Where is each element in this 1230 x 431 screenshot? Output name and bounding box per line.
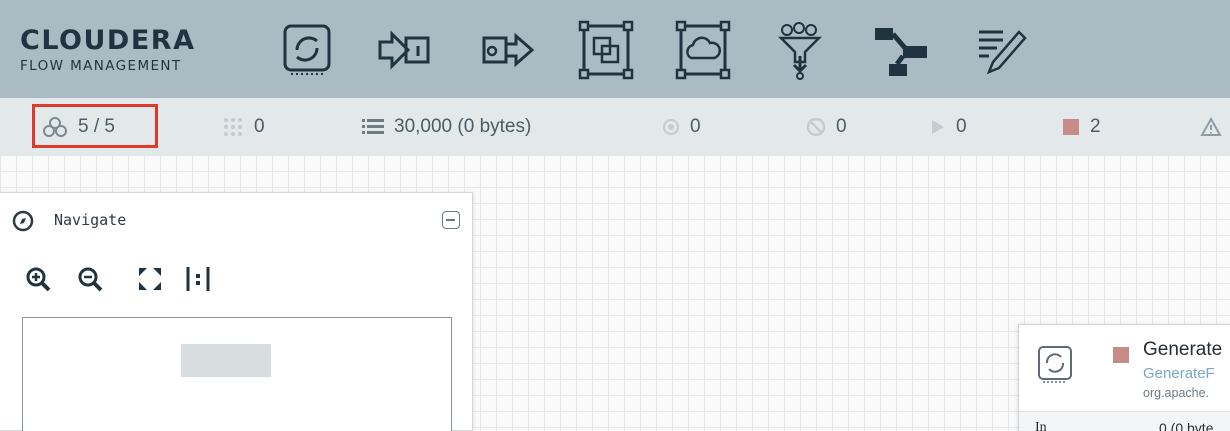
stopped-count: 2	[1090, 115, 1101, 137]
label-icon[interactable]	[973, 20, 1029, 80]
brand-logo: CLOUDERA FLOW MANAGEMENT	[20, 25, 196, 75]
running-count: 0	[690, 115, 701, 137]
stopped-play-count: 0	[956, 115, 967, 137]
processor-in-row: In 0 (0 byte	[1019, 411, 1230, 431]
status-bar: 5 / 5 0 30,000 (0 bytes) 0 0 0 2	[0, 98, 1230, 155]
brand-subtitle: FLOW MANAGEMENT	[20, 58, 182, 74]
output-port-icon[interactable]	[480, 20, 536, 80]
running-status: 0	[662, 98, 701, 155]
compass-icon	[12, 210, 34, 232]
in-label: In	[1035, 420, 1047, 431]
cluster-highlight-box	[32, 104, 158, 148]
remote-process-group-icon[interactable]	[675, 20, 731, 80]
invalid-icon	[806, 117, 826, 136]
processor-icon[interactable]	[281, 20, 337, 80]
in-value: 0 (0 byte	[1159, 420, 1214, 431]
processor-type: GenerateF	[1143, 365, 1215, 382]
transmitting-icon	[224, 117, 242, 136]
fit-icon[interactable]	[136, 265, 164, 293]
play-icon	[932, 119, 944, 134]
transmitting-count: 0	[254, 115, 265, 137]
stopped-status-icon	[1113, 347, 1129, 363]
warning-status	[1200, 98, 1230, 155]
birdseye-view[interactable]	[22, 317, 452, 431]
processor-bundle: org.apache.	[1143, 386, 1210, 400]
processor-name: Generate	[1143, 339, 1223, 360]
processor-card[interactable]: Generate GenerateF org.apache. In 0 (0 b…	[1018, 324, 1230, 431]
queued-value: 30,000 (0 bytes)	[394, 115, 532, 137]
funnel-icon[interactable]	[775, 20, 831, 80]
navigate-title: Navigate	[54, 211, 127, 229]
process-group-icon[interactable]	[578, 20, 634, 80]
navigate-panel: Navigate	[0, 192, 473, 431]
queued-status: 30,000 (0 bytes)	[362, 98, 531, 155]
brand-name: CLOUDERA	[20, 25, 196, 56]
zoom-out-icon[interactable]	[76, 265, 104, 293]
actual-size-icon[interactable]	[184, 265, 212, 293]
queue-list-icon	[362, 118, 384, 134]
top-header: CLOUDERA FLOW MANAGEMENT	[0, 0, 1230, 98]
invalid-count: 0	[836, 115, 847, 137]
collapse-icon[interactable]	[442, 211, 460, 229]
processor-type-icon	[1038, 346, 1072, 383]
stopped-play-status: 0	[930, 98, 967, 155]
running-icon	[663, 118, 679, 135]
template-icon[interactable]	[873, 20, 929, 80]
zoom-in-icon[interactable]	[24, 265, 52, 293]
invalid-status: 0	[806, 98, 847, 155]
stopped-status: 2	[1062, 98, 1101, 155]
transmitting-status: 0	[222, 98, 265, 155]
warning-icon	[1200, 116, 1222, 136]
input-port-icon[interactable]	[376, 20, 432, 80]
birdseye-viewport	[181, 344, 271, 377]
stop-icon	[1063, 118, 1079, 135]
